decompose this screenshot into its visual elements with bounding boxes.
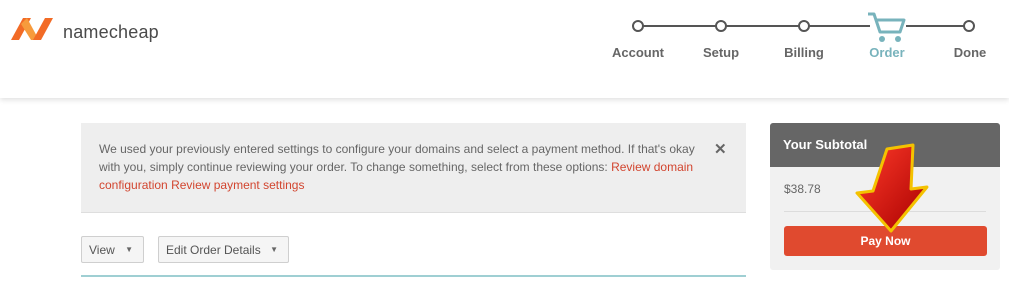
- subtotal-amount: $38.78: [784, 182, 821, 196]
- edit-order-details-dropdown[interactable]: Edit Order Details ▼: [158, 236, 289, 263]
- step-account: Account: [612, 45, 664, 60]
- section-divider: [81, 275, 746, 277]
- settings-notice: We used your previously entered settings…: [81, 123, 746, 213]
- caret-down-icon: ▼: [125, 245, 133, 254]
- step-order: Order: [869, 45, 905, 60]
- view-dropdown-label: View: [89, 243, 115, 257]
- step-dot-account: [632, 20, 644, 32]
- close-icon[interactable]: ✕: [714, 140, 727, 158]
- step-dot-done: [963, 20, 975, 32]
- step-setup: Setup: [702, 45, 740, 60]
- edit-order-details-label: Edit Order Details: [166, 243, 261, 257]
- step-done: Done: [953, 45, 987, 60]
- arrow-down-icon: [855, 143, 929, 233]
- step-billing: Billing: [784, 45, 824, 60]
- step-dot-billing: [798, 20, 810, 32]
- step-dot-setup: [715, 20, 727, 32]
- notice-message: We used your previously entered settings…: [99, 140, 714, 194]
- cart-icon: [868, 12, 906, 42]
- view-dropdown[interactable]: View ▼: [81, 236, 144, 263]
- notice-text: We used your previously entered settings…: [99, 142, 695, 174]
- review-payment-settings-link[interactable]: Review payment settings: [171, 178, 304, 192]
- caret-down-icon: ▼: [270, 245, 278, 254]
- checkout-progress: [632, 12, 975, 42]
- site-header: namecheap Account Setup Billing Order Do…: [0, 0, 1009, 98]
